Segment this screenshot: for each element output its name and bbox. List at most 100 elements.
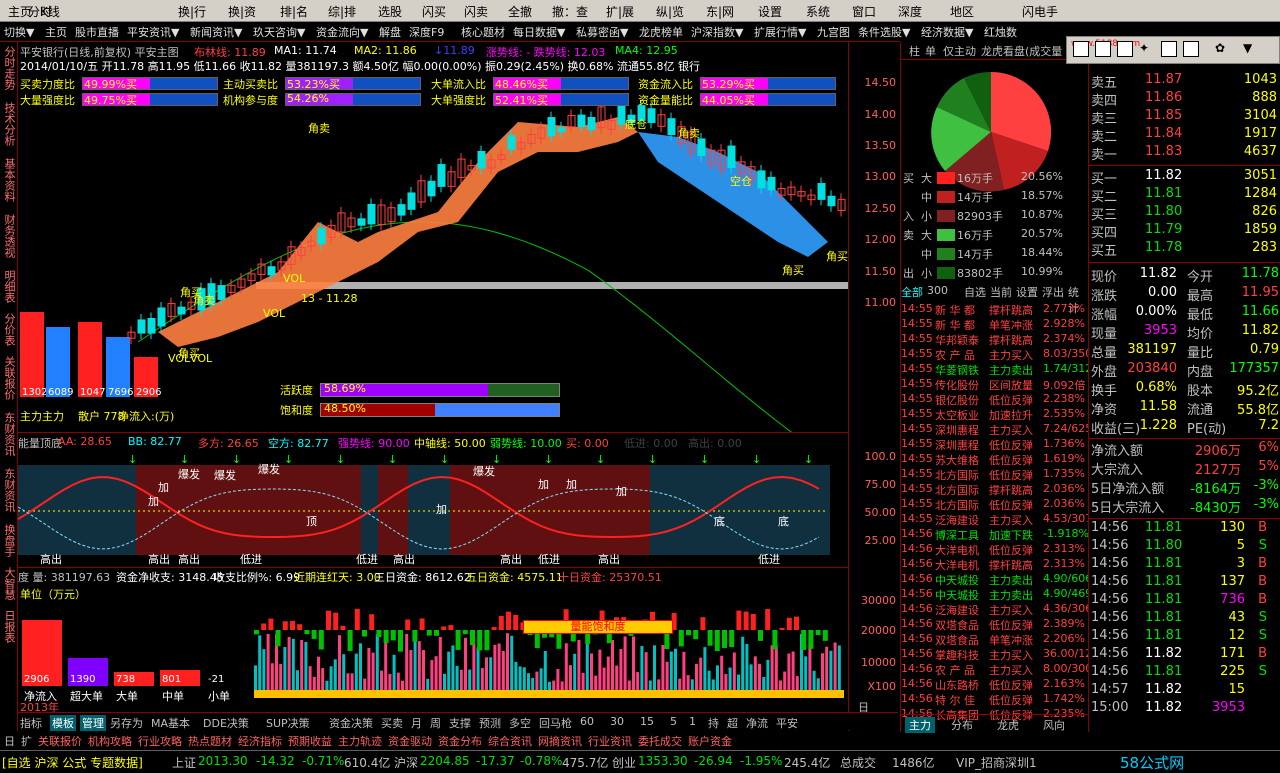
mid-bottom-tab[interactable]: 分布	[951, 717, 973, 733]
function-tab[interactable]: 综合资讯	[488, 733, 532, 749]
toolbar-button[interactable]: 主页	[45, 24, 67, 40]
menu-item[interactable]: 深度	[898, 3, 922, 20]
template-tab[interactable]: 资金决策	[329, 715, 373, 731]
mid-tab[interactable]: 单	[921, 43, 940, 59]
bid-price[interactable]: 11.79	[1145, 222, 1182, 237]
restore-icon[interactable]	[1095, 41, 1111, 57]
template-tab[interactable]: 1	[689, 715, 696, 728]
ask-price[interactable]: 11.85	[1145, 108, 1182, 123]
toolbar-button[interactable]: 深度F9	[409, 24, 444, 40]
menu-item[interactable]: 东|网	[706, 3, 734, 20]
toolbar-button[interactable]: 解盘	[379, 24, 401, 40]
left-nav-item[interactable]: 换盘手	[2, 524, 16, 557]
template-tab[interactable]: DDE决策	[203, 715, 249, 731]
menu-item[interactable]: 纵|览	[656, 3, 684, 20]
event-row[interactable]: 14:55 北方国际 低位反弹 2.036%	[901, 497, 1089, 512]
event-row[interactable]: 14:55 泛海建设 主力买入 4.53/307	[901, 512, 1089, 527]
function-tab[interactable]: 热点题材	[188, 733, 232, 749]
template-tab[interactable]: 5	[670, 715, 677, 728]
event-row[interactable]: 14:56 双塔食品 单笔冲涨 2.206%	[901, 632, 1089, 647]
event-row[interactable]: 14:55 传化股份 区间放量 9.092倍	[901, 377, 1089, 392]
menu-item[interactable]: 闪买	[422, 3, 446, 20]
template-tab[interactable]: 另存为	[110, 715, 143, 731]
filter-tab[interactable]: 当前	[990, 284, 1012, 300]
toolbar-button[interactable]: 新闻资讯▼	[190, 24, 242, 40]
template-tab[interactable]: 月	[411, 715, 422, 731]
event-row[interactable]: 14:56 双塔食品 低位反弹 2.389%	[901, 617, 1089, 632]
toolbar-button[interactable]: 条件选股▼	[858, 24, 910, 40]
event-row[interactable]: 14:56 农 产 品 主力买入 8.00/300	[901, 662, 1089, 677]
template-tab[interactable]: 15	[640, 715, 654, 728]
filter-tab[interactable]: 设置	[1016, 284, 1038, 300]
toolbar-button[interactable]: 经济数据▼	[921, 24, 973, 40]
menu-item[interactable]: 选股	[378, 3, 402, 20]
template-tab[interactable]: 净流	[746, 715, 768, 731]
menu-item[interactable]: 综|排	[328, 3, 356, 20]
left-nav-item[interactable]: 日报表	[2, 610, 16, 643]
function-tab[interactable]: 主力轨迹	[338, 733, 382, 749]
filter-tab[interactable]: 自选	[964, 284, 986, 300]
select-icon[interactable]	[1117, 41, 1133, 57]
bid-price[interactable]: 11.78	[1145, 240, 1182, 255]
ticker-group[interactable]: [自选 沪深 公式 专题数据]	[2, 754, 143, 771]
function-tab[interactable]: 网摘资讯	[538, 733, 582, 749]
menu-item[interactable]: 地区	[950, 3, 974, 20]
function-tab[interactable]: 经济指标	[238, 733, 282, 749]
function-tab[interactable]: 关联报价	[38, 733, 82, 749]
event-row[interactable]: 14:56 大洋电机 撑杆跳高 2.313%	[901, 557, 1089, 572]
event-row[interactable]: 14:55 华邦颖泰 撑杆跳高 2.374%	[901, 332, 1089, 347]
left-nav-item[interactable]: 财务透视	[2, 214, 16, 258]
filter-tab[interactable]: 全部	[901, 284, 923, 300]
event-row[interactable]: 14:56 大洋电机 低位反弹 2.313%	[901, 542, 1089, 557]
function-tab[interactable]: 委托成交	[638, 733, 682, 749]
left-nav-item[interactable]: 分时走势	[2, 46, 16, 90]
template-tab[interactable]: MA基本	[151, 715, 190, 731]
template-tab[interactable]: 买卖	[381, 715, 403, 731]
event-row[interactable]: 14:56 泛海建设 主力买入 4.36/306	[901, 602, 1089, 617]
toolbar-button[interactable]: 龙虎榜单	[639, 24, 683, 40]
volume-panel[interactable]: 度 量: 381197.63 资金净收支: 3148.45 收支比例%: 6.99 近…	[18, 567, 869, 730]
event-row[interactable]: 14:55 北方国际 低位反弹 1.735%	[901, 467, 1089, 482]
event-row[interactable]: 14:55 北方国际 撑杆跳高 2.036%	[901, 482, 1089, 497]
function-tab[interactable]: 日	[4, 733, 15, 749]
toolbar-button[interactable]: 切换▼	[4, 24, 34, 40]
template-tab[interactable]: 指标	[20, 715, 42, 731]
toolbar-button[interactable]: 沪深指数▼	[691, 24, 743, 40]
left-nav-item[interactable]: 基本资料	[2, 158, 16, 202]
event-row[interactable]: 14:55 太空板业 加速拉升 2.535%	[901, 407, 1089, 422]
toolbar-button[interactable]: 股市直播	[75, 24, 119, 40]
event-row[interactable]: 14:55 华菱钢铁 主力卖出 1.74/312	[901, 362, 1089, 377]
template-tab[interactable]: 支撑	[449, 715, 471, 731]
function-tab[interactable]: 扩	[21, 733, 32, 749]
function-tab[interactable]: 资金分布	[438, 733, 482, 749]
event-row[interactable]: 14:56 中天城投 主力卖出 4.90/469	[901, 587, 1089, 602]
template-tab[interactable]: 管理	[80, 715, 106, 731]
palette-icon[interactable]: ✿	[1215, 41, 1231, 57]
left-nav-item[interactable]: 东财资讯	[2, 468, 16, 512]
mid-tab[interactable]: 龙虎看盘(成交量	[977, 43, 1066, 59]
template-tab[interactable]: 持	[708, 715, 719, 731]
menu-item[interactable]: 闪电手	[1022, 3, 1058, 20]
menu-item[interactable]: 换|资	[228, 3, 256, 20]
left-nav-item[interactable]: 技术分析	[2, 102, 16, 146]
bid-price[interactable]: 11.81	[1145, 186, 1182, 201]
template-tab[interactable]: 预测	[479, 715, 501, 731]
event-row[interactable]: 14:55 苏大维格 低位反弹 1.619%	[901, 452, 1089, 467]
toolbar-button[interactable]: 玖天咨询▼	[253, 24, 305, 40]
template-tab[interactable]: 60	[580, 715, 594, 728]
menu-item[interactable]: 闪卖	[464, 3, 488, 20]
left-nav-item[interactable]: 关联报价	[2, 356, 16, 400]
ask-price[interactable]: 11.84	[1145, 126, 1182, 141]
event-row[interactable]: 14:55 银亿股份 低位反弹 2.238%	[901, 392, 1089, 407]
menu-item[interactable]: 撤：查	[552, 3, 588, 20]
left-nav-item[interactable]: 东财资讯	[2, 412, 16, 456]
event-row[interactable]: 14:55 深圳惠程 主力买入 7.24/625	[901, 422, 1089, 437]
toolbar-button[interactable]: 私募密函▼	[576, 24, 628, 40]
template-tab[interactable]: 30	[610, 715, 624, 728]
event-row[interactable]: 14:55 深圳惠程 低位反弹 1.736%	[901, 437, 1089, 452]
template-tab[interactable]: 回马枪	[539, 715, 572, 731]
menu-item[interactable]: 换|行	[178, 3, 206, 20]
menu-item[interactable]: 窗口	[852, 3, 876, 20]
template-tab[interactable]: 超	[727, 715, 738, 731]
indicator-panel[interactable]: 爆发 爆发 爆发加加爆发加加加加底底高出 高出 高出 低进 高出 低进 低进 低进 高出 高出顶 ↓ ↓ ↓…	[18, 432, 848, 567]
